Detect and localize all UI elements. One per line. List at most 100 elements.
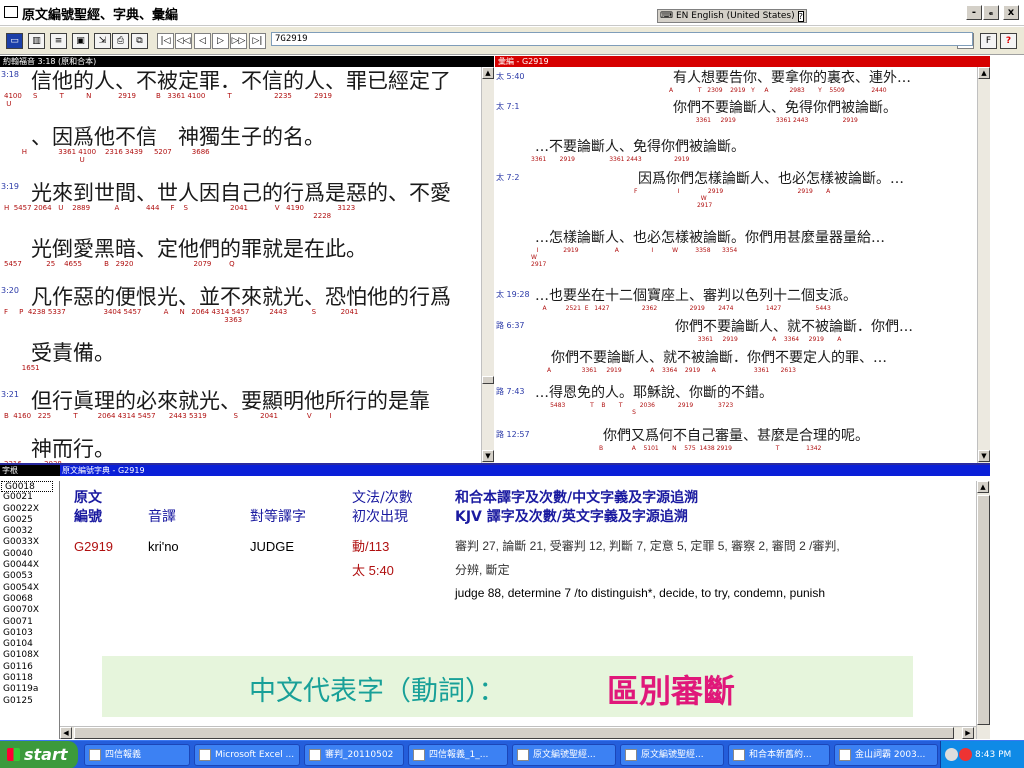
entry-first-occurrence-link[interactable]: 太 5:40	[352, 562, 394, 579]
concordance-ref[interactable]: 太 7:1	[496, 101, 519, 112]
minimize-button[interactable]: -	[966, 5, 982, 20]
hscroll-thumb[interactable]	[74, 727, 954, 739]
strong-numbers[interactable]: 1651	[4, 364, 40, 372]
strong-numbers[interactable]: 5457 25 4655 B 2920 2079 Q	[4, 260, 235, 268]
strong-numbers[interactable]: H 5457 2064 U 2889 A 444 F S 2041 V 4190…	[4, 204, 355, 220]
taskbar-button[interactable]: 和合本新舊約...	[728, 744, 830, 766]
strong-numbers[interactable]: 4100 S T N 2919 B 3361 4100 T 2235 2919 …	[4, 92, 332, 108]
last-button[interactable]: ▷|	[249, 33, 266, 49]
scroll-right-icon[interactable]: ▶	[962, 727, 974, 739]
strong-numbers[interactable]: I 2919 A I W 3358 3354 W 2917	[531, 247, 737, 268]
code-list-item[interactable]: G0022X	[0, 504, 59, 515]
taskbar-button[interactable]: 四信報義_1_...	[408, 744, 508, 766]
scroll-up-icon[interactable]: ▲	[978, 67, 990, 79]
reference-input[interactable]: 7G2919	[271, 32, 973, 46]
taskbar-button[interactable]: Microsoft Excel ...	[194, 744, 300, 766]
code-list-item[interactable]: G0068	[0, 594, 59, 605]
first-button[interactable]: |◁	[157, 33, 174, 49]
strong-numbers[interactable]: 3361 2919 A 3364 2919 A	[671, 336, 842, 343]
scroll-thumb[interactable]	[482, 376, 494, 384]
help-button[interactable]: ?	[1000, 33, 1017, 49]
strong-numbers[interactable]: H 3361 4100 2316 3439 5207 3686 U	[4, 148, 210, 164]
code-list-item[interactable]: G0054X	[0, 583, 59, 594]
network-icon[interactable]	[945, 748, 958, 761]
code-list-item[interactable]: G0071	[0, 617, 59, 628]
font-size-icon[interactable]: F	[980, 33, 997, 49]
concordance-scrollbar[interactable]: ▲ ▼	[977, 67, 990, 463]
strong-numbers[interactable]: B A 5101 N 575 1438 2919 T 1342	[599, 445, 821, 452]
scroll-down-icon[interactable]: ▼	[482, 450, 494, 462]
verse-number[interactable]: 3:19	[1, 182, 19, 191]
next-button[interactable]: ▷	[212, 33, 229, 49]
display-icon[interactable]: ▭	[6, 33, 23, 49]
code-list-item[interactable]: G0125	[0, 696, 59, 707]
scroll-thumb[interactable]	[977, 495, 990, 725]
concordance-ref[interactable]: 路 6:37	[496, 320, 525, 331]
code-list-item[interactable]: G0108X	[0, 650, 59, 661]
verse-number[interactable]: 3:20	[1, 286, 19, 295]
code-list-item[interactable]: G0032	[0, 526, 59, 537]
code-list-item[interactable]: G0053	[0, 571, 59, 582]
concordance-ref[interactable]: 路 12:57	[496, 429, 530, 440]
export-icon[interactable]: ⇲	[94, 33, 111, 49]
restore-button[interactable]: ₑ	[983, 5, 999, 20]
code-list-item[interactable]: G0104	[0, 639, 59, 650]
prev-page-button[interactable]: ◁◁	[175, 33, 192, 49]
scroll-down-icon[interactable]: ▼	[978, 450, 990, 462]
scroll-up-icon[interactable]: ▲	[482, 67, 494, 79]
strong-numbers[interactable]: A 2521 E 1427 2362 2919 2474 1427 5443	[531, 305, 830, 312]
start-button[interactable]: start	[0, 741, 78, 768]
code-list-item[interactable]: G0018	[1, 481, 53, 493]
code-list-item[interactable]: G0044X	[0, 560, 59, 571]
lexicon-hscrollbar[interactable]: ◀ ▶	[60, 726, 976, 739]
help-icon[interactable]: ?	[797, 10, 804, 22]
close-button[interactable]: x	[1003, 5, 1019, 20]
language-bar[interactable]: ⌨ EN English (United States) ? ▾	[657, 9, 807, 23]
code-list-item[interactable]: G0070X	[0, 605, 59, 616]
taskbar-button[interactable]: 原文編號聖經...	[512, 744, 616, 766]
next-page-button[interactable]: ▷▷	[230, 33, 247, 49]
strong-numbers[interactable]: A 3361 2919 A 3364 2919 A 3361 2613	[547, 367, 796, 374]
taskbar-button[interactable]: 四信報義	[84, 744, 190, 766]
concordance-ref[interactable]: 太 7:2	[496, 172, 519, 183]
security-icon[interactable]	[959, 748, 972, 761]
strong-numbers[interactable]: 5483 T B T 2036 2919 3723 S	[531, 402, 733, 416]
concordance-pane[interactable]: 太 5:40 有人想要告你、要拿你的裏衣、連外… A T 2309 2919 Y A…	[495, 67, 977, 463]
concordance-ref[interactable]: 路 7:43	[496, 386, 525, 397]
code-list-item[interactable]: G0119a	[0, 684, 59, 695]
scroll-up-icon[interactable]: ▲	[977, 481, 989, 493]
code-list-item[interactable]: G0040	[0, 549, 59, 560]
verse-number[interactable]: 3:18	[1, 70, 19, 79]
copy-icon[interactable]: ⧉	[131, 33, 148, 49]
strong-numbers[interactable]: A T 2309 2919 Y A 2983 Y 5509 2440	[669, 87, 887, 94]
scroll-left-icon[interactable]: ◀	[60, 727, 72, 739]
taskbar-button[interactable]: 審判_20110502	[304, 744, 404, 766]
code-list-item[interactable]: G0118	[0, 673, 59, 684]
strong-numbers[interactable]: 3361 2919 3361 2443 2919	[531, 156, 689, 163]
verse-number[interactable]: 3:21	[1, 390, 19, 399]
code-list-item[interactable]: G0025	[0, 515, 59, 526]
prev-button[interactable]: ◁	[194, 33, 211, 49]
list-view-icon[interactable]: ≡	[50, 33, 67, 49]
verse-scrollbar[interactable]: ▲ ▼	[481, 67, 494, 463]
code-list-item[interactable]: G0116	[0, 662, 59, 673]
concordance-ref[interactable]: 太 19:28	[496, 289, 530, 300]
image-view-icon[interactable]: ▣	[72, 33, 89, 49]
bible-book-icon[interactable]: ▥	[28, 33, 45, 49]
strong-numbers[interactable]: B 4160 225 T 2064 4314 5457 2443 5319 S …	[4, 412, 332, 420]
verse-pane[interactable]: 3:18 信他的人、不被定罪．不信的人、罪已經定了 4100 S T N 2919 …	[0, 67, 481, 463]
verse-text: 神而行。	[31, 437, 115, 461]
code-list-item[interactable]: G0021	[0, 492, 59, 503]
taskbar-button[interactable]: 原文編號聖經...	[620, 744, 724, 766]
strong-numbers[interactable]: F I 2919 2919 A W 2917	[634, 188, 830, 209]
strong-numbers[interactable]: 3361 2919 3361 2443 2919	[669, 117, 858, 124]
taskbar-button[interactable]: 金山詞霸 2003...	[834, 744, 938, 766]
code-list-item[interactable]: G0103	[0, 628, 59, 639]
print-icon[interactable]: ⎙	[112, 33, 129, 49]
strong-numbers[interactable]: F P 4238 5337 3404 5457 A N 2064 4314 54…	[4, 308, 358, 324]
app-icon	[199, 749, 211, 761]
lexicon-scrollbar[interactable]: ▲	[976, 481, 990, 739]
code-list[interactable]: G0018 G0021 G0022X G0025 G0032 G0033X G0040 G00…	[0, 481, 60, 739]
concordance-ref[interactable]: 太 5:40	[496, 71, 525, 82]
code-list-item[interactable]: G0033X	[0, 537, 59, 548]
